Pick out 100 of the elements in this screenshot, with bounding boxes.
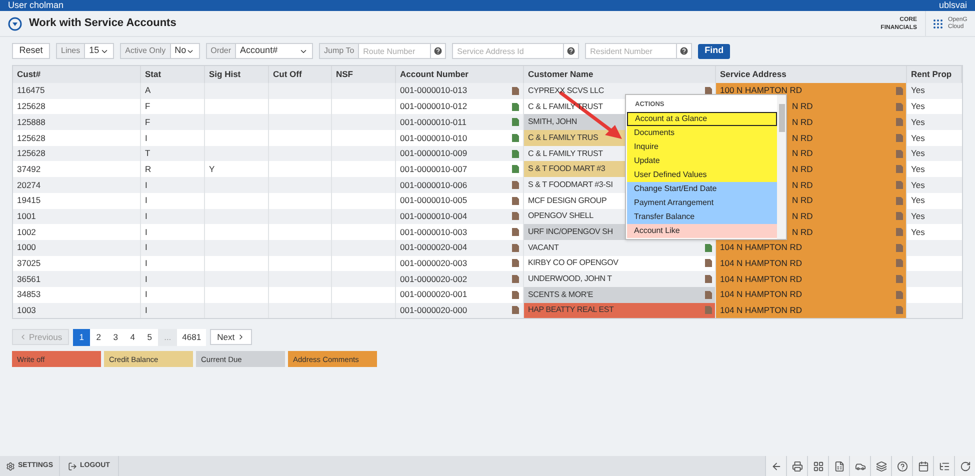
menu-item[interactable]: User Defined Values: [627, 168, 777, 182]
table-cell: 001-0000010-011: [400, 116, 466, 129]
document-icon[interactable]: [705, 244, 712, 252]
table-cell: F: [145, 100, 150, 113]
menu-item[interactable]: Update: [627, 154, 777, 168]
document-icon[interactable]: [512, 150, 519, 158]
help-icon[interactable]: [896, 460, 908, 472]
spreadsheet-icon[interactable]: [834, 460, 844, 472]
table-cell: 20274: [17, 178, 41, 192]
table-cell: Yes: [911, 132, 925, 144]
table-cell: N RD: [792, 178, 813, 192]
search-field[interactable]: Route Number: [358, 43, 432, 59]
document-icon[interactable]: [705, 259, 712, 268]
document-icon[interactable]: [705, 86, 712, 95]
filter-icon[interactable]: [8, 16, 22, 30]
document-icon[interactable]: [512, 86, 519, 95]
document-icon[interactable]: [512, 290, 519, 299]
table-cell: 104 N HAMPTON RD: [720, 272, 802, 286]
document-icon[interactable]: [512, 306, 519, 314]
find-button[interactable]: Find: [698, 44, 730, 58]
field-label: Jump To: [319, 43, 358, 59]
table-cell: I: [145, 288, 148, 302]
back-icon[interactable]: [770, 460, 782, 472]
customer-name: S & T FOODMART #3-SI: [528, 178, 613, 191]
document-icon[interactable]: [512, 134, 519, 142]
table-cell: 1000: [17, 241, 36, 254]
table-cell: Yes: [911, 162, 925, 176]
document-icon[interactable]: [512, 244, 519, 252]
table-cell: 001-0000010-010: [400, 132, 468, 144]
page-button[interactable]: 4: [124, 328, 142, 346]
grid-icon[interactable]: [812, 460, 824, 472]
table-cell: R: [145, 162, 152, 176]
menu-item[interactable]: Inquire: [627, 140, 777, 154]
menu-item[interactable]: Transfer Balance: [627, 210, 777, 224]
customer-name: CYPREXX SCVS LLC: [528, 84, 604, 97]
customer-name: OPENGOV SHELL: [528, 210, 594, 222]
table-cell: 001-0000020-003: [400, 257, 468, 270]
next-button[interactable]: Next: [210, 329, 252, 346]
document-icon[interactable]: [512, 102, 519, 111]
table-cell: I: [145, 210, 148, 223]
settings-icon: [6, 462, 15, 470]
page-button[interactable]: 4681: [177, 328, 206, 346]
document-icon[interactable]: [512, 196, 519, 205]
customer-name: SCENTS & MOR'E: [528, 288, 593, 301]
table-cell: 37025: [17, 257, 41, 270]
document-icon[interactable]: [705, 290, 712, 299]
print-icon[interactable]: [792, 460, 802, 472]
table-cell: 125888: [17, 116, 46, 129]
chevron-left-icon: [19, 333, 27, 342]
table-cell: N RD: [792, 194, 813, 208]
table-cell: 19415: [17, 194, 41, 208]
document-icon[interactable]: [512, 275, 519, 284]
tree-icon[interactable]: [938, 460, 950, 472]
table-cell: N RD: [792, 210, 813, 223]
page-button[interactable]: 2: [90, 328, 108, 346]
refresh-icon[interactable]: [960, 460, 970, 472]
table-cell: I: [145, 178, 148, 192]
scrollbar[interactable]: [777, 95, 786, 239]
document-icon[interactable]: [512, 228, 519, 236]
menu-item[interactable]: Documents: [627, 126, 777, 140]
search-field[interactable]: Service Address Id: [452, 43, 564, 59]
customer-name: C & L FAMILY TRUS: [528, 132, 598, 144]
table-cell: 125628: [17, 147, 46, 160]
table-cell: 1002: [17, 226, 36, 238]
document-icon[interactable]: [512, 165, 519, 174]
table-cell: 125628: [17, 100, 46, 113]
server-label: ublsvai: [938, 0, 967, 12]
menu-item[interactable]: Account Like: [627, 224, 777, 238]
reset-button[interactable]: Reset: [12, 43, 50, 59]
document-icon[interactable]: [512, 118, 519, 126]
document-icon[interactable]: [512, 212, 519, 220]
document-icon[interactable]: [512, 180, 519, 189]
table-cell: 001-0000010-004: [400, 210, 468, 223]
search-field[interactable]: Resident Number: [585, 43, 678, 59]
calendar-icon[interactable]: [918, 460, 928, 472]
table-cell: N RD: [792, 162, 813, 176]
table-cell: Y: [209, 162, 215, 176]
customer-name: SMITH, JOHN: [528, 116, 577, 128]
document-icon[interactable]: [705, 275, 712, 284]
page-title: Work with Service Accounts: [29, 16, 176, 32]
table-cell: N RD: [792, 100, 813, 113]
page-button[interactable]: 5: [141, 328, 158, 346]
page-button[interactable]: 1: [73, 328, 90, 346]
document-icon[interactable]: [512, 259, 519, 268]
menu-item[interactable]: Account at a Glance: [627, 112, 777, 126]
customer-name: URF INC/OPENGOV SH: [528, 226, 613, 238]
menu-item[interactable]: Change Start/End Date: [627, 182, 777, 196]
table-cell: 116475: [17, 84, 45, 98]
layers-icon[interactable]: [876, 460, 886, 472]
apps-grid-icon[interactable]: [932, 18, 944, 30]
table-cell: 001-0000020-004: [400, 241, 468, 254]
logout-icon: [68, 462, 78, 470]
table-cell: N RD: [792, 226, 813, 238]
page-button[interactable]: 3: [107, 328, 124, 346]
menu-item[interactable]: Payment Arrangement: [627, 196, 777, 210]
table-cell: Yes: [911, 210, 925, 223]
table-cell: 104 N HAMPTON RD: [720, 288, 802, 302]
table-cell: I: [145, 272, 148, 286]
table-cell: 104 N HAMPTON RD: [720, 241, 802, 254]
table-cell: N RD: [792, 116, 813, 129]
